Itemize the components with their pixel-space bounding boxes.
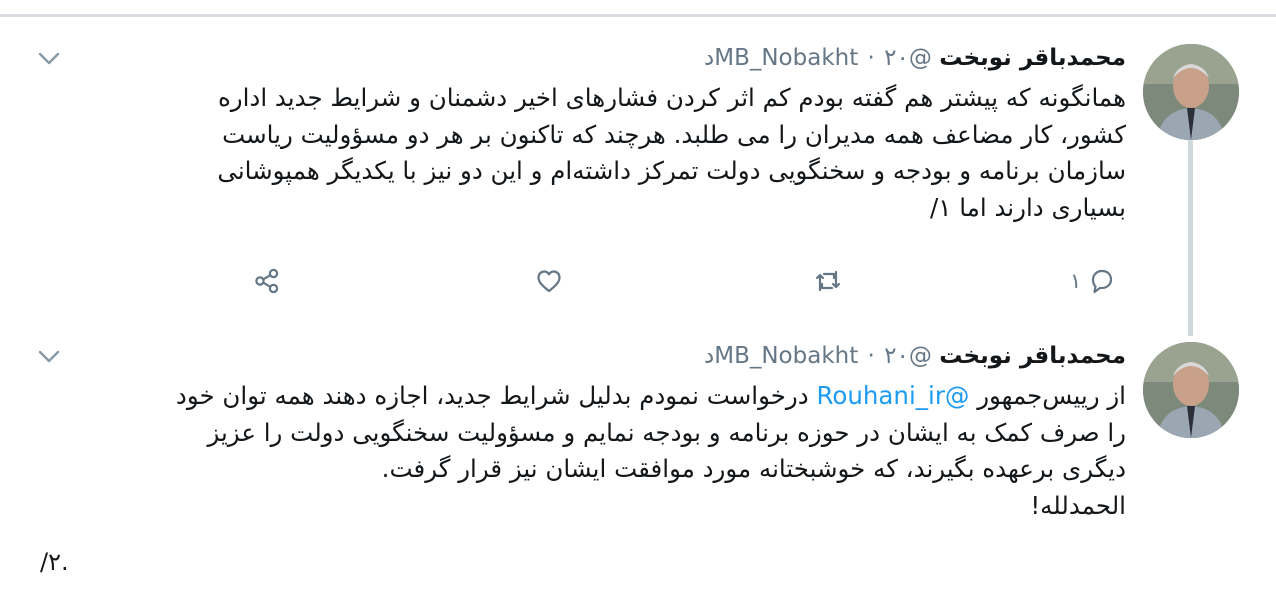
avatar[interactable] — [1143, 44, 1239, 140]
tweet-header: محمدباقر نوبخت @MB_Nobakht · ۲۰د — [704, 43, 1126, 73]
thread-connector — [1188, 140, 1193, 336]
text-line: الحمدلله! — [1030, 490, 1126, 520]
like-button[interactable] — [534, 266, 564, 296]
like-icon — [537, 270, 561, 293]
reply-button[interactable]: ۱ — [1070, 266, 1117, 296]
display-name[interactable]: محمدباقر نوبخت — [939, 45, 1126, 71]
tweet-text: از رییس‌جمهور @Rouhani_ir درخواست نمودم … — [176, 378, 1126, 524]
text-line: را صرف کمک به ایشان در حوزه برنامه و بود… — [207, 417, 1126, 447]
tweet-1[interactable]: محمدباقر نوبخت @MB_Nobakht · ۲۰د همانگون… — [0, 0, 1276, 336]
text-line: دیگری برعهده بگیرند، که خوشبختانه مورد م… — [381, 454, 1126, 484]
share-button[interactable] — [252, 266, 282, 296]
thread-number: /۲. — [40, 548, 69, 576]
text-segment: از رییس‌جمهور — [969, 381, 1126, 410]
retweet-button[interactable] — [812, 266, 844, 296]
share-icon — [255, 268, 279, 294]
tweet-text: همانگونه که پیشتر هم گفته بودم کم اثر کر… — [217, 80, 1126, 226]
retweet-icon — [815, 270, 841, 292]
text-segment: درخواست نمودم بدلیل شرایط جدید، اجازه ده… — [175, 381, 817, 410]
mention-link[interactable]: @Rouhani_ir — [816, 381, 969, 410]
separator: · — [867, 343, 875, 369]
text-line: بسیاری دارند اما ۱/ — [930, 192, 1126, 222]
tweet-2[interactable]: محمدباقر نوبخت @MB_Nobakht · ۲۰د از رییس… — [0, 336, 1276, 601]
text-line: کشور، کار مضاعف همه مدیران را می طلبد. ه… — [222, 119, 1126, 149]
text-line: همانگونه که پیشتر هم گفته بودم کم اثر کر… — [217, 83, 1126, 112]
text-line: سازمان برنامه و بودجه و سخنگویی دولت تمر… — [217, 156, 1126, 186]
separator: · — [867, 45, 875, 71]
reply-icon — [1092, 269, 1113, 294]
display-name[interactable]: محمدباقر نوبخت — [939, 343, 1126, 369]
tweet-actions: ۱ — [240, 266, 1130, 296]
reply-count: ۱ — [1070, 269, 1082, 293]
tweet-header: محمدباقر نوبخت @MB_Nobakht · ۲۰د — [704, 341, 1126, 371]
chevron-down-icon[interactable] — [38, 350, 60, 364]
chevron-down-icon[interactable] — [38, 52, 60, 66]
avatar[interactable] — [1143, 342, 1239, 438]
text-line: از رییس‌جمهور @Rouhani_ir درخواست نمودم … — [176, 378, 1126, 415]
